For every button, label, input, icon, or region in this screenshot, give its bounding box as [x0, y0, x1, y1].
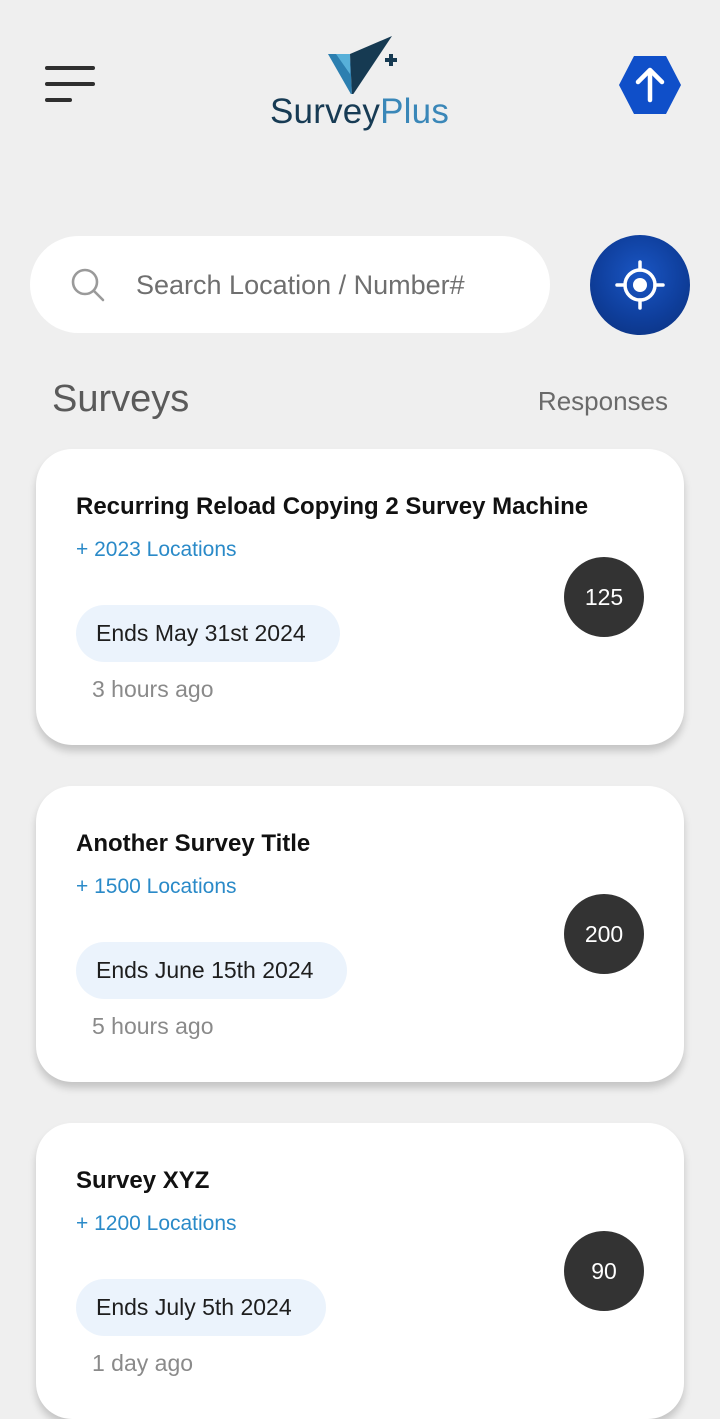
survey-card[interactable]: Another Survey Title + 1500 Locations En… [36, 786, 684, 1082]
survey-card[interactable]: Recurring Reload Copying 2 Survey Machin… [36, 449, 684, 745]
search-icon [71, 268, 105, 302]
survey-title: Survey XYZ [76, 1167, 210, 1194]
section-title: Surveys [52, 378, 190, 420]
menu-line [45, 82, 95, 86]
crosshair-location-icon [615, 260, 665, 310]
survey-locations[interactable]: + 2023 Locations [76, 538, 237, 562]
responses-link[interactable]: Responses [538, 386, 668, 417]
locate-button[interactable] [590, 235, 690, 335]
brand-name-part2: Plus [380, 92, 450, 131]
logo-mark-icon [328, 36, 397, 94]
survey-timestamp: 5 hours ago [92, 1013, 214, 1039]
brand-name-part1: Survey [270, 92, 381, 131]
survey-locations[interactable]: + 1500 Locations [76, 875, 237, 899]
response-count-badge: 90 [564, 1231, 644, 1311]
menu-line [45, 98, 72, 102]
survey-title: Recurring Reload Copying 2 Survey Machin… [76, 493, 589, 520]
survey-title: Another Survey Title [76, 830, 311, 857]
brand-name: SurveyPlus [270, 92, 460, 132]
upload-button[interactable] [618, 54, 682, 116]
survey-timestamp: 1 day ago [92, 1350, 194, 1376]
app-logo: SurveyPlus [270, 34, 460, 138]
search-input[interactable] [134, 262, 528, 308]
survey-card[interactable]: Survey XYZ + 1200 Locations Ends July 5t… [36, 1123, 684, 1419]
survey-end-date: Ends May 31st 2024 [76, 605, 340, 662]
survey-end-date: Ends July 5th 2024 [76, 1279, 326, 1336]
response-count-badge: 200 [564, 894, 644, 974]
upload-arrow-icon [619, 56, 681, 114]
survey-timestamp: 3 hours ago [92, 676, 214, 702]
response-count-badge: 125 [564, 557, 644, 637]
menu-button[interactable] [40, 58, 100, 110]
menu-line [45, 66, 95, 70]
survey-end-date: Ends June 15th 2024 [76, 942, 348, 999]
search-bar[interactable] [30, 236, 550, 333]
survey-locations[interactable]: + 1200 Locations [76, 1212, 237, 1236]
